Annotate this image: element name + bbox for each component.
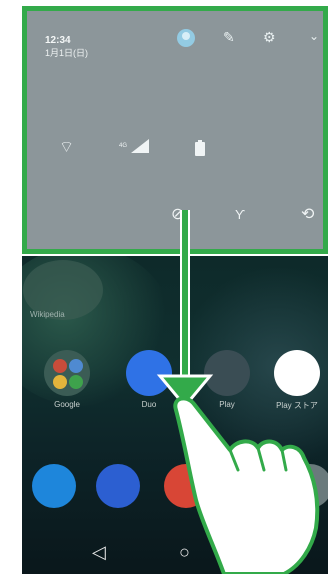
flashlight-icon[interactable]: ϒ — [235, 207, 245, 222]
signal-4g-label: 4G — [119, 143, 128, 149]
navigation-bar: ◁ ○ — [22, 532, 328, 574]
gear-icon[interactable]: ⚙ — [263, 30, 276, 44]
battery-shape-icon — [195, 140, 205, 156]
play-store-icon — [274, 350, 320, 396]
app-label-google: Google — [54, 400, 80, 409]
app-label-duo: Duo — [141, 400, 157, 409]
do-not-disturb-icon[interactable]: ⊘ — [171, 204, 184, 224]
home-icon[interactable]: ○ — [179, 542, 190, 563]
google-folder-icon — [44, 350, 90, 396]
duo-icon — [126, 350, 172, 396]
widget-label: Wikipedia — [30, 310, 65, 319]
chrome-icon[interactable] — [228, 464, 272, 508]
notification-shade[interactable]: 12:34 1月1日(日) ✎ ⚙ ⌄ ⌔ 4G ⊘ ϒ ⟲ — [22, 6, 328, 254]
messages-icon[interactable] — [96, 464, 140, 508]
app-google-folder[interactable]: Google — [32, 350, 102, 409]
user-icon[interactable] — [177, 29, 195, 47]
app-duo[interactable]: Duo — [114, 350, 184, 409]
app-label-play: Play — [219, 400, 235, 409]
phone-icon[interactable] — [32, 464, 76, 508]
back-icon[interactable]: ◁ — [92, 542, 106, 563]
pencil-icon[interactable]: ✎ — [223, 30, 235, 44]
dock — [22, 452, 328, 522]
app-play[interactable]: Play — [192, 350, 262, 409]
signal-4g-icon[interactable]: 4G — [119, 139, 150, 158]
clock-time: 12:34 — [45, 35, 71, 46]
app-label-play-store: Play ストア — [276, 401, 318, 410]
photos-icon[interactable] — [288, 464, 328, 508]
app-play-store[interactable]: Play ストア — [262, 350, 328, 411]
battery-icon[interactable] — [195, 140, 205, 161]
play-icon — [204, 350, 250, 396]
signal-bars-icon — [131, 139, 150, 153]
chevron-down-icon[interactable]: ⌄ — [309, 29, 319, 43]
wifi-off-icon[interactable]: ⌔ — [59, 137, 74, 157]
auto-rotate-icon[interactable]: ⟲ — [301, 204, 314, 224]
clock-date: 1月1日(日) — [45, 48, 89, 58]
gmail-icon[interactable] — [164, 464, 208, 508]
